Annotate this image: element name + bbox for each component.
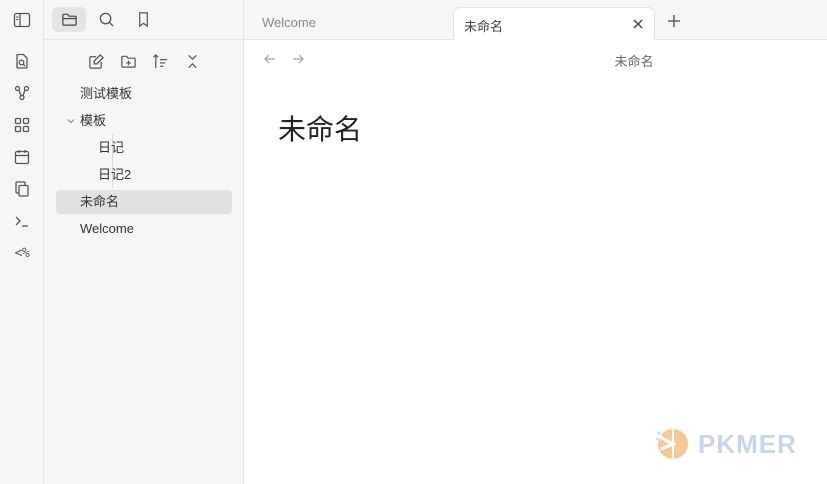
tree-item-label: 日记 (98, 140, 125, 155)
graph-view-icon[interactable] (8, 80, 36, 106)
tree-item-label: 日记2 (98, 167, 132, 182)
pkmer-watermark: PKMER (651, 423, 811, 463)
tab-bar: Welcome 未命名 (244, 0, 827, 40)
view-header-title[interactable]: 未命名 (244, 51, 827, 70)
tree-item-file[interactable]: 日记2 (98, 163, 131, 187)
new-tab-button[interactable] (664, 11, 684, 31)
file-explorer-sidebar: 测试模板 模板 日记 日记2 未命名 Welcome (44, 0, 244, 484)
search-icon (99, 12, 114, 27)
tree-item-file[interactable]: 日记 (98, 136, 124, 160)
tree-item-file[interactable]: Welcome (80, 217, 134, 241)
new-note-icon (88, 53, 104, 69)
new-note-button[interactable] (84, 50, 108, 72)
sort-button[interactable] (148, 50, 172, 72)
files-tab[interactable] (52, 7, 86, 32)
canvas-icon[interactable] (8, 112, 36, 138)
search-tab[interactable] (89, 7, 123, 32)
chevron-down-icon[interactable] (65, 109, 77, 133)
watermark-text: PKMER (698, 429, 797, 459)
collapse-all-button[interactable] (180, 50, 204, 72)
tab-label: Welcome (262, 15, 316, 30)
tree-item-file-active[interactable]: 未命名 (56, 190, 232, 214)
pkmer-logo-icon (655, 429, 688, 459)
tab-label: 未命名 (464, 19, 504, 34)
close-icon[interactable] (630, 16, 646, 32)
collapse-icon (187, 54, 197, 68)
tree-item-label: 模板 (80, 113, 107, 128)
templater-icon[interactable]: <% (8, 240, 36, 266)
bookmark-icon (138, 12, 148, 28)
file-explorer-actions (44, 48, 244, 74)
folder-icon (61, 13, 77, 26)
sidebar-toggle-icon[interactable] (10, 9, 34, 31)
sort-icon (152, 53, 167, 68)
bookmarks-tab[interactable] (126, 7, 160, 32)
tree-item-label: 测试模板 (80, 86, 133, 101)
tree-item-label: 未命名 (80, 194, 120, 209)
new-folder-icon (120, 55, 136, 68)
sidebar-tab-header (44, 0, 244, 40)
templater-label: <% (14, 245, 30, 261)
left-ribbon: <% (0, 0, 44, 484)
tree-item-folder[interactable]: 模板 (67, 109, 107, 133)
note-inline-title[interactable]: 未命名 (278, 108, 362, 148)
copy-icon[interactable] (8, 176, 36, 202)
calendar-icon[interactable] (8, 144, 36, 170)
terminal-icon[interactable] (8, 208, 36, 234)
tree-item-file[interactable]: 测试模板 (80, 82, 132, 106)
open-quick-switcher-icon[interactable] (8, 48, 36, 74)
tree-item-label: Welcome (80, 221, 134, 236)
view-header: 未命名 (244, 40, 827, 78)
tab-untitled[interactable]: 未命名 (453, 7, 655, 40)
plus-icon (668, 15, 680, 27)
new-folder-button[interactable] (116, 50, 140, 72)
tab-welcome[interactable]: Welcome (252, 7, 447, 40)
